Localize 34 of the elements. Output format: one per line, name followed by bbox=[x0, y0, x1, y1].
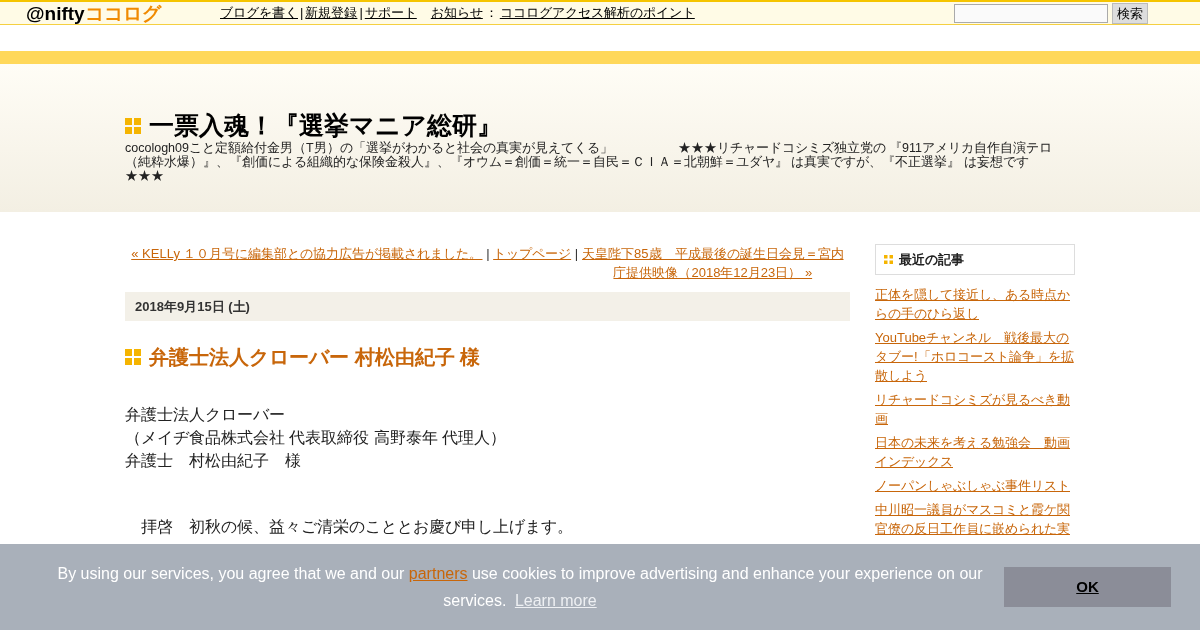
logo[interactable]: @niftyココログ bbox=[26, 3, 186, 23]
post-title[interactable]: 弁護士法人クローバー 村松由紀子 様 bbox=[149, 342, 481, 372]
post-title-icon bbox=[125, 349, 141, 365]
greeting-text: 拝啓 初秋の候、益々ご清栄のこととお慶び申し上げます。 bbox=[140, 517, 574, 537]
heading-icon bbox=[884, 255, 893, 264]
blog-title[interactable]: 一票入魂！『選挙マニア総研』 bbox=[149, 110, 502, 142]
ok-button[interactable]: OK bbox=[1004, 567, 1171, 607]
recent-post-link[interactable]: 日本の未来を考える勉強会 動画インデックス bbox=[875, 433, 1075, 471]
recent-post-link[interactable]: リチャードコシミズが見るべき動画 bbox=[875, 390, 1075, 428]
recent-post-link[interactable]: 中川昭一議員がマスコミと霞ケ関官僚の反日工作員に嵌められた実 bbox=[875, 500, 1075, 538]
next-post-link[interactable]: 天皇陛下85歳 平成最後の誕生日会見＝宮内庁提供映像（2018年12月23日） » bbox=[581, 244, 844, 282]
top-page-link[interactable]: トップページ bbox=[493, 246, 572, 261]
separator: | bbox=[300, 4, 304, 23]
search-button[interactable]: 検索 bbox=[1112, 2, 1148, 24]
notice-article-link[interactable]: ココログアクセス解析のポイント bbox=[499, 3, 695, 23]
sidebar-heading: 最近の記事 bbox=[899, 250, 964, 269]
address-line: 弁護士法人クローバー bbox=[125, 405, 286, 425]
blog-description: cocologh09こと定額給付金男（T男）の「選挙がわかると社会の真実が見えてくる」 ★★★リチャードコシミズ独立党の 『911アメリカ自作自演テロ（純粋水爆）』、『創価による組織的な保険金殺人』、『オウム＝創価＝統一＝自民＝ＣＩＡ＝北朝鮮＝ユダヤ』 は真実ですが、『不正選挙』 は妄想です★★★ bbox=[125, 141, 1053, 184]
top-link[interactable]: サポート bbox=[364, 3, 417, 23]
recent-post-link[interactable]: YouTubeチャンネル 戦後最大のタブー!「ホロコースト論争」を拡散しよう bbox=[875, 328, 1075, 385]
search-field[interactable] bbox=[954, 3, 1108, 23]
post-navigation: « KELLy １０月号に編集部との協力広告が掲載されました。 | トップページ | 天皇陛下85歳 平成最後の誕生日会見＝宮内庁提供映像（2018年12月23日） » bbox=[130, 244, 845, 282]
previous-post-link[interactable]: « KELLy １０月号に編集部との協力広告が掲載されました。 bbox=[131, 246, 483, 261]
recent-post-link[interactable]: ノーパンしゃぶしゃぶ事件リスト bbox=[875, 476, 1075, 495]
recent-post-link[interactable]: 正体を隠して接近し、ある時点からの手のひら返し bbox=[875, 285, 1075, 323]
post-date: 2018年9月15日 (土) bbox=[135, 297, 250, 316]
address-line: 弁護士 村松由紀子 様 bbox=[125, 451, 302, 471]
notice-link[interactable]: お知らせ bbox=[430, 3, 483, 23]
top-link[interactable]: 新規登録 bbox=[305, 3, 358, 23]
top-link[interactable]: ブログを書く bbox=[220, 3, 298, 23]
separator: | bbox=[359, 4, 363, 23]
title-icon bbox=[125, 117, 141, 134]
colon: ： bbox=[484, 4, 498, 23]
address-line: （メイヂ食品株式会社 代表取締役 高野泰年 代理人） bbox=[125, 428, 508, 448]
